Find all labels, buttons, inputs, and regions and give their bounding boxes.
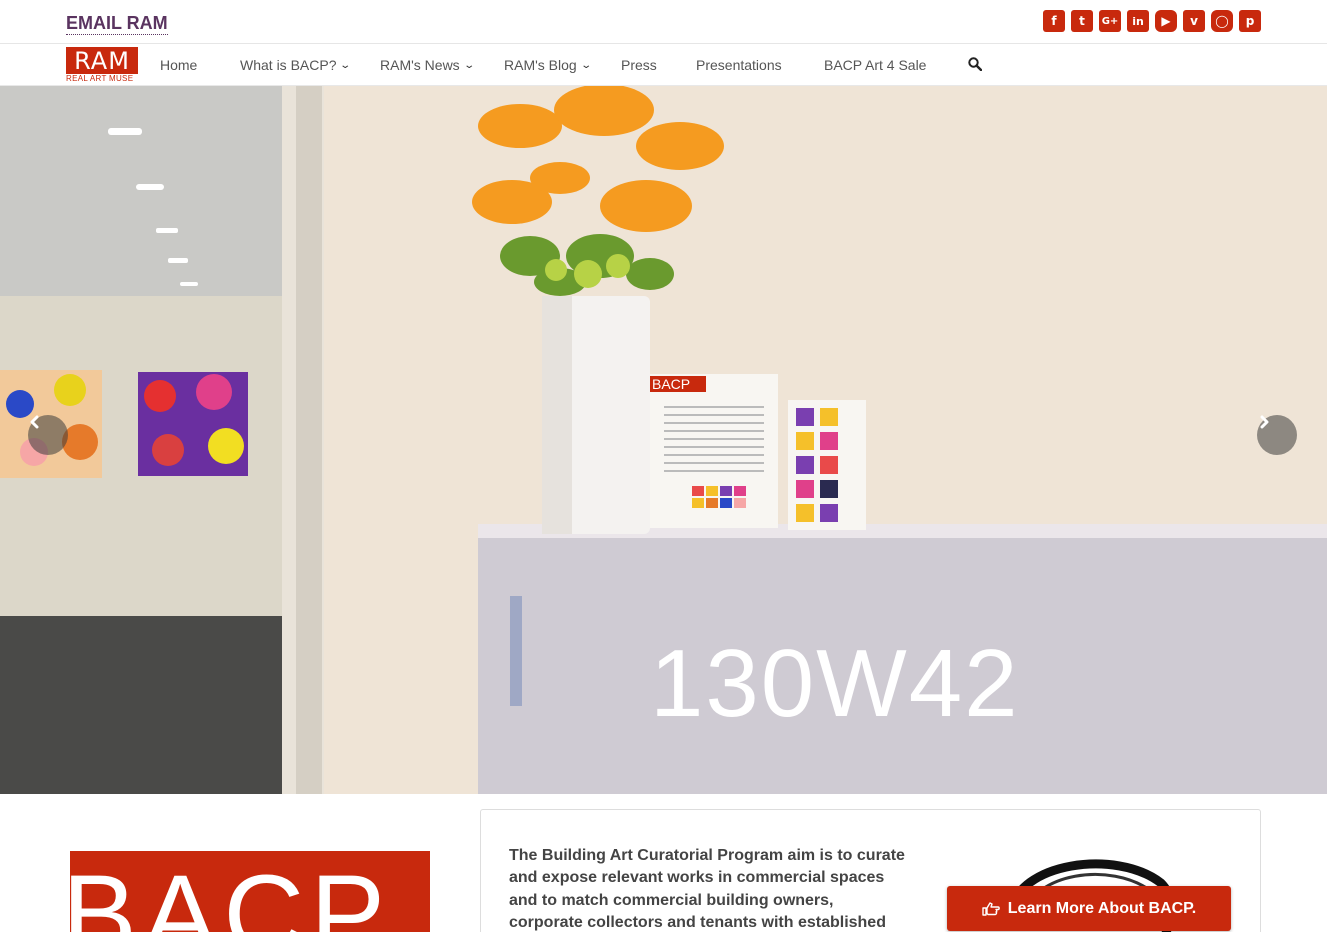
nav-bacp-art-4-sale-label: BACP Art 4 Sale — [824, 57, 927, 73]
nav-menu: Home What is BACP? ⌄ RAM's News ⌄ RAM's Bl… — [160, 44, 954, 86]
learn-more-button[interactable]: Learn More About BACP. — [947, 886, 1231, 931]
learn-more-label: Learn More About BACP. — [1007, 899, 1197, 917]
nav-rams-blog[interactable]: RAM's Blog ⌄ — [504, 57, 621, 73]
carousel-next-button[interactable] — [1257, 415, 1297, 455]
email-ram-link[interactable]: EMAIL RAM — [66, 12, 168, 35]
linkedin-icon[interactable]: in — [1127, 10, 1149, 32]
chevron-down-icon: ⌄ — [463, 59, 475, 71]
twitter-icon[interactable]: t — [1071, 10, 1093, 32]
nav-what-is-bacp-label: What is BACP? — [240, 57, 337, 73]
carousel-prev-button[interactable] — [28, 415, 68, 455]
nav-rams-blog-label: RAM's Blog — [504, 57, 577, 73]
vimeo-icon[interactable]: v — [1183, 10, 1205, 32]
chevron-down-icon: ⌄ — [580, 59, 592, 71]
hero-image: BACP 130W42 — [0, 86, 1327, 794]
hero-card-label: BACP — [652, 376, 690, 392]
hero-carousel: BACP 130W42 — [0, 86, 1327, 794]
nav-rams-news-label: RAM's News — [380, 57, 460, 73]
ram-logo[interactable]: RAM REAL ART MUSE — [66, 47, 138, 85]
youtube-icon[interactable]: ▶ — [1155, 10, 1177, 32]
logo-mark: RAM — [66, 47, 138, 75]
nav-bacp-art-4-sale[interactable]: BACP Art 4 Sale — [824, 57, 954, 73]
social-links: f t G+ in ▶ v ◯ p — [1043, 10, 1261, 32]
top-bar: EMAIL RAM f t G+ in ▶ v ◯ p — [0, 0, 1327, 44]
building-sign: 130W42 — [650, 630, 1020, 737]
nav-press-label: Press — [621, 57, 657, 73]
facebook-icon[interactable]: f — [1043, 10, 1065, 32]
bacp-logo-text: BACP — [70, 852, 391, 932]
google-plus-icon[interactable]: G+ — [1099, 10, 1121, 32]
search-icon[interactable] — [968, 57, 982, 71]
bacp-logo: BACP — [70, 851, 430, 932]
nav-press[interactable]: Press — [621, 57, 696, 73]
nav-home[interactable]: Home — [160, 57, 240, 73]
pointing-hand-icon — [982, 901, 1000, 916]
nav-what-is-bacp[interactable]: What is BACP? ⌄ — [240, 57, 380, 73]
nav-rams-news[interactable]: RAM's News ⌄ — [380, 57, 504, 73]
logo-subtitle: REAL ART MUSE — [66, 74, 134, 83]
nav-home-label: Home — [160, 57, 198, 73]
nav-presentations-label: Presentations — [696, 57, 782, 73]
intro-text: The Building Art Curatorial Program aim … — [509, 847, 905, 931]
main-nav: RAM REAL ART MUSE Home What is BACP? ⌄ RA… — [0, 44, 1327, 86]
pinterest-icon[interactable]: p — [1239, 10, 1261, 32]
chevron-right-icon — [1260, 415, 1269, 429]
chevron-down-icon: ⌄ — [339, 59, 352, 71]
nav-presentations[interactable]: Presentations — [696, 57, 824, 73]
chevron-left-icon — [30, 415, 39, 429]
instagram-icon[interactable]: ◯ — [1211, 10, 1233, 32]
intro-card: The Building Art Curatorial Program aim … — [480, 809, 1261, 932]
